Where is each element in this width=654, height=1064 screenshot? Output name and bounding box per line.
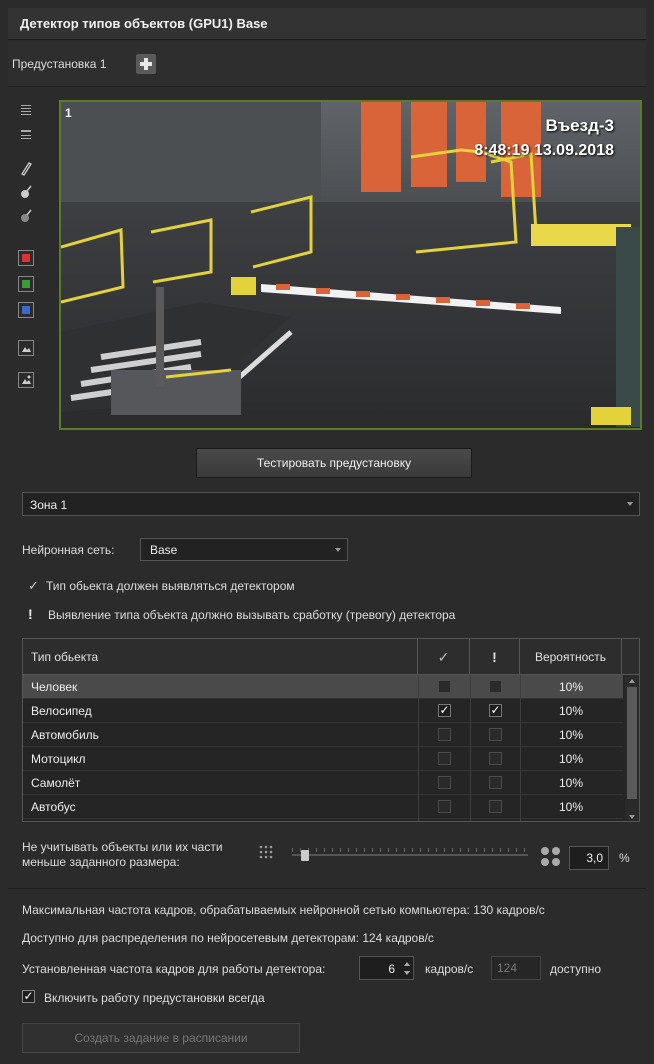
table-row[interactable]: Велосипед ✓ ✓ 10% — [23, 699, 623, 723]
blue-square-icon[interactable] — [18, 302, 34, 318]
fps-label: Установленная частота кадров для работы … — [22, 962, 326, 976]
min-size-unit: % — [619, 851, 630, 865]
alarm-checkbox[interactable] — [489, 800, 502, 813]
camera-name: Въезд-3 — [545, 116, 614, 135]
row-type: Самолёт — [31, 776, 81, 790]
scroll-thumb[interactable] — [627, 687, 637, 799]
grid-coarse-icon[interactable] — [18, 128, 34, 144]
alarm-checkbox[interactable] — [489, 680, 502, 693]
check-icon: ✓ — [28, 578, 39, 593]
table-header: Тип обьекта ✓ ! Вероятность — [23, 639, 639, 675]
legend-detect: ✓ Тип обьекта должен выявляться детекторо… — [28, 578, 295, 594]
row-probability[interactable]: 10% — [520, 699, 622, 723]
fps-value: 6 — [388, 962, 395, 976]
image-icon[interactable] — [18, 340, 34, 356]
detect-checkbox[interactable] — [438, 800, 451, 813]
red-square-icon[interactable] — [18, 250, 34, 266]
slider-handle[interactable] — [301, 850, 309, 861]
divider — [8, 888, 646, 889]
column-header-alarm[interactable]: ! — [470, 639, 520, 675]
scroll-down-icon[interactable] — [629, 815, 635, 819]
row-type: Мотоцикл — [31, 752, 86, 766]
row-probability[interactable]: 10% — [520, 771, 622, 795]
detect-checkbox[interactable] — [438, 728, 451, 741]
row-type: Человек — [31, 680, 78, 694]
detect-checkbox[interactable] — [438, 752, 451, 765]
fps-unit: кадров/с — [425, 962, 474, 976]
network-select[interactable]: Base — [140, 538, 348, 561]
row-probability[interactable]: 10% — [520, 723, 622, 747]
chevron-down-icon — [335, 548, 341, 552]
column-header-probability[interactable]: Вероятность — [520, 639, 622, 675]
detect-checkbox[interactable]: ✓ — [438, 704, 451, 717]
stepper-up-icon[interactable] — [404, 962, 410, 966]
column-header-type[interactable]: Тип обьекта — [23, 639, 418, 675]
pencil-erase-icon[interactable] — [18, 184, 34, 200]
legend-alarm-text: Выявление типа объекта должно вызывать с… — [48, 608, 456, 622]
window-title: Детектор типов объектов (GPU1) Base — [20, 16, 268, 31]
object-type-table: Тип обьекта ✓ ! Вероятность Человек 10% Ве… — [22, 638, 640, 822]
legend-detect-text: Тип обьекта должен выявляться детектором — [46, 579, 295, 593]
alarm-checkbox[interactable] — [489, 728, 502, 741]
stepper-down-icon[interactable] — [404, 971, 410, 975]
network-select-value: Base — [150, 543, 178, 557]
row-probability[interactable]: 10% — [520, 795, 622, 819]
fps-stepper[interactable]: 6 — [359, 956, 414, 980]
min-size-slider[interactable] — [292, 848, 528, 862]
small-dots-icon — [259, 845, 273, 859]
zone-select-value: Зона 1 — [30, 498, 68, 512]
row-type: Автобус — [31, 800, 76, 814]
table-row[interactable]: Автобус 10% — [23, 795, 623, 819]
image-edit-icon[interactable] — [18, 372, 34, 388]
table-scrollbar[interactable] — [625, 675, 639, 821]
table-row[interactable]: Человек 10% — [23, 675, 623, 699]
scroll-up-icon[interactable] — [629, 679, 635, 683]
always-enable-checkbox[interactable]: ✓ — [22, 990, 35, 1003]
legend-alarm: ! Выявление типа объекта должно вызывать … — [28, 606, 455, 622]
row-probability[interactable]: 10% — [520, 747, 622, 771]
create-schedule-button[interactable]: Создать задание в расписании — [22, 1023, 300, 1053]
window-titlebar: Детектор типов объектов (GPU1) Base — [8, 8, 646, 40]
green-square-icon[interactable] — [18, 276, 34, 292]
min-size-input[interactable]: 3,0 — [569, 846, 609, 870]
camera-number: 1 — [65, 106, 72, 120]
table-row[interactable]: Самолёт 10% — [23, 771, 623, 795]
always-enable-label[interactable]: Включить работу предустановки всегда — [44, 991, 265, 1005]
chevron-down-icon — [627, 502, 633, 506]
column-header-detect[interactable]: ✓ — [418, 639, 470, 675]
max-fps-text: Максимальная частота кадров, обрабатывае… — [22, 903, 545, 917]
row-probability[interactable]: 10% — [520, 675, 622, 699]
row-type: Велосипед — [31, 704, 92, 718]
row-type: Автомобиль — [31, 728, 99, 742]
pencil-icon[interactable] — [18, 160, 34, 176]
grid-fine-icon[interactable] — [18, 104, 34, 120]
detect-checkbox[interactable] — [438, 776, 451, 789]
zone-select[interactable]: Зона 1 — [22, 492, 640, 516]
alarm-checkbox[interactable] — [489, 752, 502, 765]
alarm-checkbox[interactable] — [489, 776, 502, 789]
video-timestamp: 8:48:19 13.09.2018 — [474, 142, 614, 159]
alarm-checkbox[interactable]: ✓ — [489, 704, 502, 717]
detect-checkbox[interactable] — [438, 680, 451, 693]
plus-icon[interactable] — [136, 54, 156, 74]
available-label: доступно — [550, 962, 602, 976]
available-fps-field: 124 — [491, 956, 541, 980]
camera-video-view[interactable]: 1 Въезд-3 8:48:19 13.09.2018 — [59, 100, 642, 430]
exclamation-icon: ! — [28, 606, 33, 622]
network-label: Нейронная сеть: — [22, 543, 115, 557]
min-size-label: Не учитывать объекты или их части меньше… — [22, 840, 223, 869]
table-row[interactable]: Мотоцикл 10% — [23, 747, 623, 771]
large-dots-icon — [541, 847, 560, 866]
test-preset-button[interactable]: Тестировать предустановку — [196, 448, 472, 478]
table-row[interactable]: Автомобиль 10% — [23, 723, 623, 747]
pencil-clear-icon[interactable] — [18, 208, 34, 224]
tab-preset-1[interactable]: Предустановка 1 — [12, 57, 106, 71]
available-fps-text: Доступно для распределения по нейросетев… — [22, 931, 434, 945]
preset-bar: Предустановка 1 — [8, 41, 646, 87]
